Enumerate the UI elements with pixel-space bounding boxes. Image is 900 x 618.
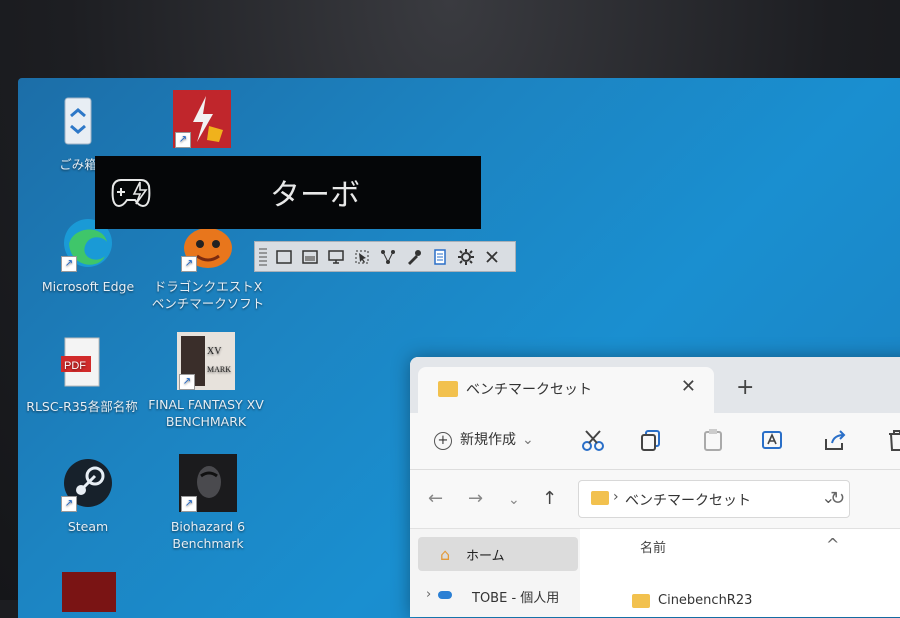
copy-icon[interactable] — [638, 427, 664, 453]
shortcut-arrow-icon: ↗ — [61, 496, 77, 512]
sidebar-item-home[interactable]: ⌂ ホーム — [418, 537, 578, 571]
svg-text:PDF: PDF — [64, 360, 86, 372]
desktop-icon-label: FINAL FANTASY XV BENCHMARK — [148, 397, 264, 429]
desktop-icon-biohazard-benchmark[interactable]: ↗ Biohazard 6 Benchmark — [148, 454, 268, 552]
recent-chevron-icon[interactable]: ⌄ — [508, 492, 520, 508]
window2-icon[interactable] — [299, 246, 321, 268]
monitor-icon[interactable] — [325, 246, 347, 268]
ff-icon: XV MARK ↗ — [177, 332, 235, 390]
desktop-icon-turbo-app[interactable]: ↗ — [142, 90, 262, 154]
desktop-icon-partial[interactable] — [62, 572, 116, 612]
desktop-icon-label: ドラゴンクエストⅩ ベンチマークソフト — [151, 279, 265, 311]
shortcut-arrow-icon: ↗ — [61, 256, 77, 272]
breadcrumb-separator-icon: › — [613, 489, 619, 505]
plus-circle-icon: + — [434, 432, 452, 450]
shortcut-arrow-icon: ↗ — [179, 374, 195, 390]
gear-icon[interactable] — [455, 246, 477, 268]
steam-icon: ↗ — [59, 454, 117, 512]
overlay-title: ターボ — [270, 178, 360, 213]
toolbar-grip[interactable] — [259, 247, 267, 266]
folder-icon — [591, 491, 609, 505]
network-icon[interactable] — [377, 246, 399, 268]
shortcut-arrow-icon: ↗ — [175, 132, 191, 148]
select-icon[interactable] — [351, 246, 373, 268]
new-tab-button[interactable]: + — [736, 375, 754, 400]
address-bar: ← → ⌄ ↑ › ベンチマークセット ⌄ ↻ — [410, 470, 900, 529]
floating-toolbar — [254, 241, 516, 272]
gamepad-turbo-icon — [107, 176, 155, 210]
tab-close-icon[interactable]: ✕ — [681, 376, 696, 397]
delete-icon[interactable] — [884, 427, 900, 453]
column-header-name[interactable]: 名前 — [640, 537, 666, 556]
command-bar: + 新規作成 ⌄ — [410, 413, 900, 470]
paste-icon[interactable] — [700, 427, 726, 453]
forward-arrow-icon[interactable]: → — [468, 488, 483, 509]
file-name: CinebenchR23 — [658, 593, 753, 608]
file-explorer-window: ベンチマークセット ✕ + + 新規作成 ⌄ ← → ⌄ ↑ › ベンチマークセット… — [410, 357, 900, 617]
svg-text:XV: XV — [207, 346, 222, 357]
desktop-icon-steam[interactable]: ↗ Steam — [28, 454, 148, 535]
sidebar-item-label: ホーム — [466, 549, 505, 564]
sidebar-item-onedrive[interactable]: TOBE - 個人用 — [472, 587, 559, 606]
cut-icon[interactable] — [580, 427, 606, 453]
folder-icon — [438, 381, 458, 397]
chevron-down-icon: ⌄ — [522, 432, 534, 448]
path-text: ベンチマークセット — [625, 493, 751, 509]
close-icon[interactable] — [481, 246, 503, 268]
navigation-pane: ⌂ ホーム › TOBE - 個人用 — [410, 529, 580, 617]
back-arrow-icon[interactable]: ← — [428, 488, 443, 509]
tab-bar: ベンチマークセット ✕ + — [410, 357, 900, 413]
sort-chevron-icon: ^ — [826, 535, 840, 554]
biohazard-icon: ↗ — [179, 454, 237, 512]
up-arrow-icon[interactable]: ↑ — [542, 488, 557, 509]
desktop-icon-label: ごみ箱 — [59, 157, 97, 172]
window-icon[interactable] — [273, 246, 295, 268]
explorer-body: ⌂ ホーム › TOBE - 個人用 名前 ^ CinebenchR23 — [410, 529, 900, 617]
share-icon[interactable] — [822, 427, 848, 453]
desktop-icon-label: RLSC-R35各部名称 — [26, 399, 138, 414]
desktop-icon-pdf[interactable]: PDF RLSC-R35各部名称 — [22, 334, 142, 415]
desktop-icon-label: Microsoft Edge — [41, 279, 135, 294]
recycle-bin-icon — [49, 92, 107, 150]
onedrive-icon — [438, 591, 452, 599]
desktop-icon-label: Steam — [67, 519, 109, 534]
turbo-overlay: ターボ — [95, 156, 481, 229]
new-button[interactable]: + 新規作成 ⌄ — [434, 429, 534, 450]
folder-icon — [632, 593, 650, 608]
pdf-icon: PDF — [53, 334, 111, 392]
rename-icon[interactable] — [760, 427, 786, 453]
new-button-label: 新規作成 — [460, 432, 516, 448]
shortcut-arrow-icon: ↗ — [181, 496, 197, 512]
eyedropper-icon[interactable] — [403, 246, 425, 268]
refresh-icon[interactable]: ↻ — [830, 488, 845, 509]
tab-label: ベンチマークセット — [466, 382, 592, 398]
desktop-icon-label: Biohazard 6 Benchmark — [170, 519, 246, 551]
tab-benchmark-set[interactable]: ベンチマークセット ✕ — [418, 367, 714, 413]
list-item[interactable]: CinebenchR23 — [632, 593, 752, 608]
turbo-app-icon: ↗ — [173, 90, 231, 148]
desktop-icon-ff-benchmark[interactable]: XV MARK ↗ FINAL FANTASY XV BENCHMARK — [146, 332, 266, 430]
path-input[interactable]: › ベンチマークセット ⌄ — [578, 480, 850, 518]
document-icon[interactable] — [429, 246, 451, 268]
svg-text:MARK: MARK — [207, 365, 231, 374]
home-icon: ⌂ — [440, 545, 451, 564]
shortcut-arrow-icon: ↗ — [181, 256, 197, 272]
